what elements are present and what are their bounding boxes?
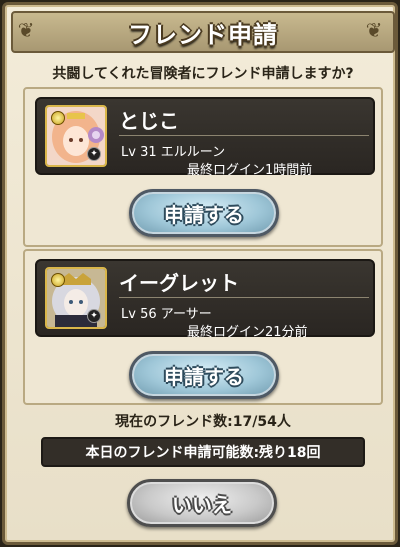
friend-request-dialog: フレンド申請 ❦ ❦ 共闘してくれた冒険者にフレンド申請しますか? ✦ とじこ … — [2, 2, 398, 545]
send-request-label: 申請する — [164, 202, 244, 227]
player-card-1: ✦ とじこ Lv 31 エルルーン 最終ログイン1時間前 — [35, 97, 375, 178]
send-request-button-1[interactable]: 申請する — [129, 189, 279, 237]
player-panel-1: ✦ とじこ Lv 31 エルルーン 最終ログイン1時間前 申請する — [23, 87, 383, 247]
player-card-2: ✦ イーグレット Lv 56 アーサー 最終ログイン21分前 — [35, 259, 375, 340]
requests-remaining: 本日のフレンド申請可能数:残り18回 — [41, 437, 365, 467]
player-level-class: Lv 56 アーサー — [121, 307, 212, 322]
player-level-class: Lv 31 エルルーン — [121, 145, 226, 160]
player-name: とじこ — [119, 109, 179, 133]
name-divider — [119, 297, 369, 298]
ornament-left-icon: ❦ — [17, 18, 35, 42]
dialog-title: フレンド申請 — [128, 20, 278, 49]
ornament-right-icon: ❦ — [365, 18, 383, 42]
no-button-label: いいえ — [172, 492, 232, 517]
player-avatar-2: ✦ — [45, 267, 107, 329]
player-last-login: 最終ログイン1時間前 — [187, 163, 313, 178]
send-request-button-2[interactable]: 申請する — [129, 351, 279, 399]
title-bar: フレンド申請 — [11, 11, 395, 53]
player-avatar-1: ✦ — [45, 105, 107, 167]
no-button[interactable]: いいえ — [127, 479, 277, 527]
player-name: イーグレット — [119, 271, 239, 295]
name-divider — [119, 135, 369, 136]
class-icon: ✦ — [87, 147, 101, 161]
send-request-label: 申請する — [164, 364, 244, 389]
rank-badge-icon — [51, 273, 65, 287]
class-icon: ✦ — [87, 309, 101, 323]
friend-count: 現在のフレンド数:17/54人 — [115, 414, 291, 430]
player-last-login: 最終ログイン21分前 — [187, 325, 308, 340]
rank-badge-icon — [51, 111, 65, 125]
player-panel-2: ✦ イーグレット Lv 56 アーサー 最終ログイン21分前 申請する — [23, 249, 383, 405]
request-question: 共闘してくれた冒険者にフレンド申請しますか? — [52, 66, 354, 82]
